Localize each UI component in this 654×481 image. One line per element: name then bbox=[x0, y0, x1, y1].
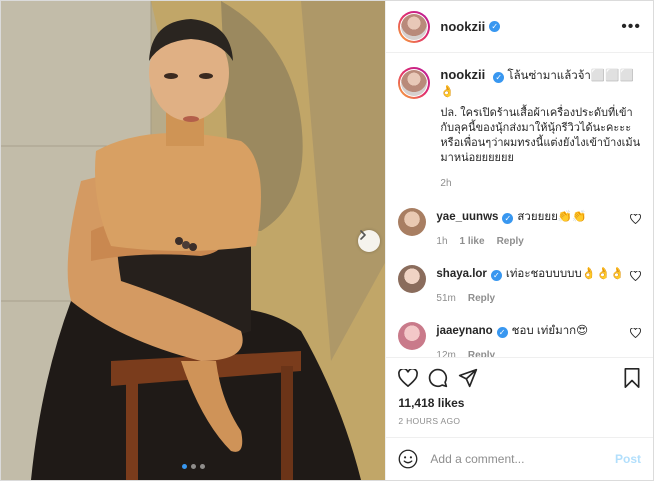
post-header: nookzii ✓ ••• bbox=[386, 1, 653, 53]
carousel-dot bbox=[190, 464, 196, 469]
post-photo bbox=[1, 1, 386, 480]
paper-plane-icon[interactable] bbox=[458, 368, 478, 388]
post-timestamp: 2 HOURS AGO bbox=[398, 416, 461, 426]
carousel-dot bbox=[199, 464, 205, 469]
comment-username[interactable]: yae_uunws bbox=[436, 211, 498, 223]
avatar-image bbox=[401, 13, 428, 40]
comment-likes-count[interactable]: 1 like bbox=[460, 234, 485, 249]
verified-badge-icon: ✓ bbox=[493, 72, 505, 83]
comment-avatar[interactable] bbox=[398, 322, 427, 350]
bookmark-icon[interactable] bbox=[623, 368, 641, 388]
header-username[interactable]: nookzii bbox=[440, 19, 485, 34]
avatar[interactable] bbox=[398, 10, 431, 43]
post-media[interactable] bbox=[1, 1, 386, 480]
next-slide-button[interactable] bbox=[358, 230, 380, 252]
post-comment-button[interactable]: Post bbox=[615, 452, 641, 466]
verified-badge-icon: ✓ bbox=[496, 327, 508, 338]
post-modal: nookzii ✓ ••• nookzii ✓ โล้นซ่ามาแล้วจ้า⬜… bbox=[0, 0, 654, 481]
carousel-indicator bbox=[1, 464, 385, 469]
comment-text: เท่อะชอบบบบบ👌👌👌 bbox=[505, 268, 625, 280]
post-side-panel: nookzii ✓ ••• nookzii ✓ โล้นซ่ามาแล้วจ้า⬜… bbox=[385, 1, 653, 480]
comment-like-heart-icon[interactable] bbox=[630, 271, 641, 281]
comment-text: สวยยยย👏👏 bbox=[517, 211, 587, 223]
post-caption: nookzii ✓ โล้นซ่ามาแล้วจ้า⬜⬜⬜👌 ปล. ใครเปิ… bbox=[398, 67, 641, 192]
add-comment-bar: Post bbox=[386, 437, 653, 480]
comment-avatar[interactable] bbox=[398, 265, 427, 293]
post-actions-section: 11,418 likes 2 HOURS AGO bbox=[386, 357, 653, 437]
caption-time: 2h bbox=[440, 178, 452, 189]
comment-icon[interactable] bbox=[428, 368, 448, 388]
caption-username[interactable]: nookzii bbox=[440, 67, 485, 82]
action-bar bbox=[398, 358, 641, 398]
caption-avatar[interactable] bbox=[398, 67, 431, 99]
comment-item: jaaeynano ✓ ชอบ เท่ยํมาก😍 12m Reply bbox=[398, 322, 641, 357]
carousel-dot-active bbox=[181, 464, 187, 469]
comments-list: nookzii ✓ โล้นซ่ามาแล้วจ้า⬜⬜⬜👌 ปล. ใครเปิ… bbox=[386, 53, 653, 357]
comment-like-heart-icon[interactable] bbox=[630, 328, 641, 338]
comment-username[interactable]: jaaeynano bbox=[436, 325, 492, 337]
verified-badge-icon: ✓ bbox=[490, 270, 502, 281]
comment-input[interactable] bbox=[428, 451, 615, 467]
comment-like-heart-icon[interactable] bbox=[630, 214, 641, 224]
verified-badge-icon: ✓ bbox=[489, 21, 501, 32]
heart-icon[interactable] bbox=[398, 369, 419, 387]
verified-badge-icon: ✓ bbox=[502, 213, 514, 224]
reply-button[interactable]: Reply bbox=[468, 348, 495, 357]
comment-item: yae_uunws ✓ สวยยยย👏👏 1h 1 like Reply bbox=[398, 208, 641, 249]
likes-count[interactable]: 11,418 likes bbox=[398, 396, 641, 410]
comment-text: ชอบ เท่ยํมาก😍 bbox=[511, 325, 589, 337]
comment-username[interactable]: shaya.lor bbox=[436, 268, 487, 280]
more-options-icon[interactable]: ••• bbox=[621, 18, 641, 36]
caption-text: ปล. ใครเปิดร้านเสื้อผ้าเครื่องประดับที่เ… bbox=[440, 107, 641, 164]
reply-button[interactable]: Reply bbox=[468, 291, 495, 306]
chevron-right-icon bbox=[360, 230, 366, 240]
comment-avatar[interactable] bbox=[398, 208, 427, 236]
comment-item: shaya.lor ✓ เท่อะชอบบบบบ👌👌👌 51m Reply bbox=[398, 265, 641, 306]
comment-time: 51m bbox=[436, 293, 456, 304]
smiley-icon[interactable] bbox=[398, 449, 418, 469]
reply-button[interactable]: Reply bbox=[497, 234, 524, 249]
comment-time: 12m bbox=[436, 350, 456, 357]
comment-time: 1h bbox=[436, 236, 448, 247]
